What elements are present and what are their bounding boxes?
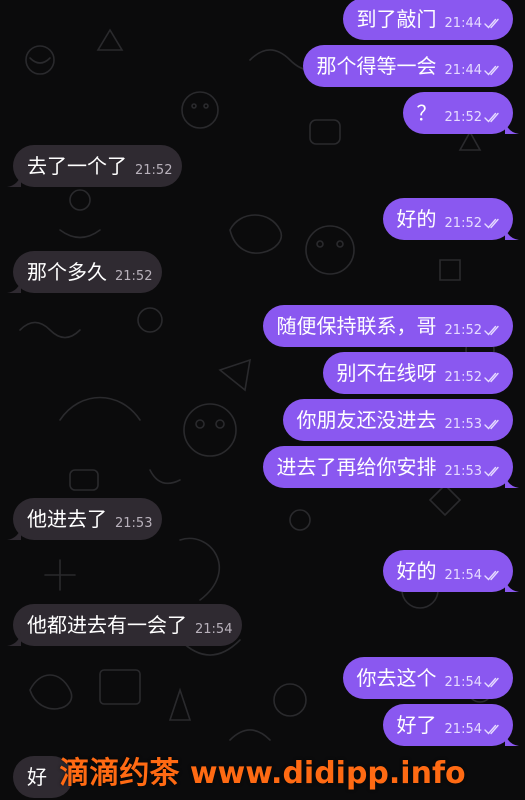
message-meta: 21:44 [445,63,503,78]
message-text: 进去了再给你安排 [276,455,437,479]
double-check-icon [484,218,499,229]
bubble-tail [7,279,21,293]
message-meta: 21:52 [135,163,172,178]
incoming-message[interactable]: 他进去了 21:53 [7,498,163,540]
double-check-icon [484,112,499,123]
message-time: 21:44 [444,63,482,78]
message-list[interactable]: 到了敲门 21:44 那个得等一会 21:44 ？ 21:52 去了一个了 21… [0,0,525,800]
outgoing-message[interactable]: 好的 21:54 [382,550,519,592]
incoming-message[interactable]: 他都进去有一会了 21:54 [7,604,243,646]
double-check-icon [484,325,499,336]
message-meta: 21:53 [445,417,503,432]
double-check-icon [484,570,499,581]
double-check-icon [484,18,499,29]
message-text: 到了敲门 [356,7,437,31]
outgoing-message[interactable]: 进去了再给你安排 21:53 [262,446,519,488]
double-check-icon [484,372,499,383]
message-meta: 21:53 [115,516,152,531]
message-time: 21:44 [444,16,482,31]
outgoing-message[interactable]: 你去这个 21:54 [342,657,513,699]
message-meta: 21:53 [445,464,503,479]
outgoing-message[interactable]: 好的 21:52 [382,198,519,240]
double-check-icon [484,677,499,688]
outgoing-message[interactable]: 别不在线呀 21:52 [322,352,513,394]
message-meta: 21:54 [445,675,503,690]
outgoing-message[interactable]: 你朋友还没进去 21:53 [282,399,513,441]
message-text: 你去这个 [356,666,437,690]
double-check-icon [484,419,499,430]
message-meta: 21:44 [445,16,503,31]
message-time: 21:53 [444,464,482,479]
message-time: 21:54 [195,622,233,637]
message-text: 去了一个了 [27,154,127,178]
message-meta: 21:54 [445,722,503,737]
message-meta: 21:52 [445,110,503,125]
message-meta: 21:52 [115,269,152,284]
message-text: 他进去了 [27,507,107,531]
message-time: 21:52 [444,110,482,125]
message-meta: 21:52 [445,370,503,385]
outgoing-message[interactable]: 随便保持联系，哥 21:52 [262,305,513,347]
message-time: 21:54 [444,568,482,583]
message-time: 21:54 [444,722,482,737]
message-text: ？ [416,101,437,125]
message-text: 好了 [396,713,437,737]
double-check-icon [484,724,499,735]
outgoing-message[interactable]: 到了敲门 21:44 [342,0,513,40]
message-text: 那个多久 [27,260,107,284]
message-meta: 21:52 [445,323,503,338]
message-time: 21:52 [115,269,153,284]
bubble-tail [505,578,519,592]
message-text: 好的 [396,207,437,231]
bubble-tail [7,173,21,187]
message-time: 21:53 [115,516,153,531]
bubble-tail [505,226,519,240]
bubble-tail [505,474,519,488]
message-time: 21:52 [444,323,482,338]
double-check-icon [484,466,499,477]
message-time: 21:52 [444,216,482,231]
double-check-icon [484,65,499,76]
message-time: 21:54 [444,675,482,690]
message-time: 21:52 [444,370,482,385]
message-time: 21:52 [135,163,173,178]
outgoing-message[interactable]: ？ 21:52 [402,92,519,134]
message-text: 别不在线呀 [336,361,437,385]
bubble-tail [7,526,21,540]
outgoing-message[interactable]: 那个得等一会 21:44 [302,45,513,87]
message-text: 那个得等一会 [316,54,437,78]
message-time: 21:53 [444,417,482,432]
message-meta: 21:54 [445,568,503,583]
message-text: 随便保持联系，哥 [276,314,437,338]
bubble-tail [505,732,519,746]
bubble-tail [505,120,519,134]
incoming-message[interactable]: 那个多久 21:52 [7,251,163,293]
message-meta: 21:54 [195,622,232,637]
message-text: 好的 [396,559,437,583]
message-meta: 21:52 [445,216,503,231]
message-text: 他都进去有一会了 [27,613,187,637]
bubble-tail [7,632,21,646]
incoming-message[interactable]: 去了一个了 21:52 [7,145,183,187]
watermark-text: 滴滴约茶 www.didipp.info [59,756,466,791]
message-text: 你朋友还没进去 [296,408,437,432]
outgoing-message[interactable]: 好了 21:54 [382,704,519,746]
